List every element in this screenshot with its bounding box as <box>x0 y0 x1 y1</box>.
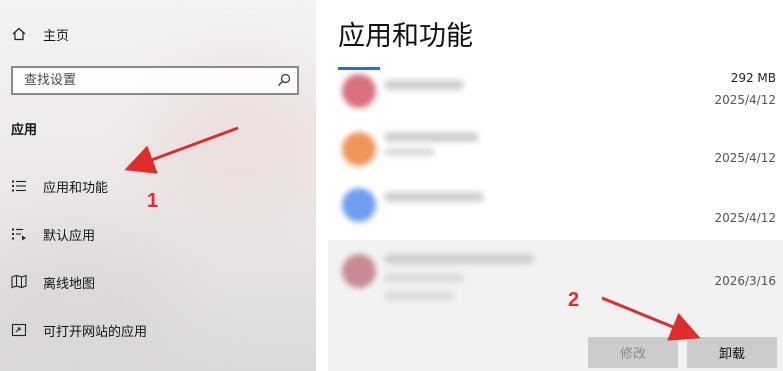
apps-for-websites-icon <box>11 322 27 338</box>
app-size: 292 MB <box>730 71 776 85</box>
app-version-blurred <box>384 292 454 300</box>
app-install-date: 2025/4/12 <box>714 93 776 107</box>
modify-button[interactable]: 修改 <box>588 337 678 368</box>
apps-features-icon <box>11 178 27 194</box>
app-install-date: 2025/4/12 <box>714 151 776 165</box>
home-icon <box>11 26 27 42</box>
search-icon[interactable] <box>277 73 291 87</box>
app-icon <box>342 254 376 288</box>
search-input[interactable] <box>13 68 263 93</box>
app-list-item[interactable]: 292 MB 2025/4/12 <box>328 62 783 120</box>
app-publisher-blurred <box>384 148 434 156</box>
settings-sidebar: 主页 应用 应用和功能 默认应用 <box>0 0 316 371</box>
nav-home-label: 主页 <box>43 28 70 44</box>
app-list-item[interactable]: 2025/4/12 <box>328 178 783 236</box>
default-apps-icon <box>11 226 27 242</box>
app-icon <box>342 74 376 108</box>
nav-home[interactable]: 主页 <box>0 14 316 54</box>
app-icon <box>342 132 376 166</box>
annotation-step-1: 1 <box>147 190 159 212</box>
search-settings-box[interactable] <box>11 66 299 95</box>
app-name-blurred <box>384 254 534 264</box>
sidebar-item-label: 默认应用 <box>43 228 96 244</box>
annotation-step-2: 2 <box>568 289 580 311</box>
page-title: 应用和功能 <box>338 21 473 52</box>
app-install-date: 2026/3/16 <box>714 274 776 288</box>
offline-maps-icon <box>11 274 27 290</box>
sidebar-item-default-apps[interactable]: 默认应用 <box>0 214 316 254</box>
sidebar-item-label: 可打开网站的应用 <box>43 324 148 340</box>
app-name-blurred <box>384 192 484 202</box>
sidebar-item-offline-maps[interactable]: 离线地图 <box>0 262 316 302</box>
app-name-blurred <box>384 80 464 90</box>
app-install-date: 2025/4/12 <box>714 211 776 225</box>
app-list-item[interactable]: 2025/4/12 <box>328 120 783 178</box>
sidebar-item-label: 应用和功能 <box>43 180 109 196</box>
sidebar-item-apps-for-websites[interactable]: 可打开网站的应用 <box>0 310 316 350</box>
sidebar-item-label: 离线地图 <box>43 276 96 292</box>
app-publisher-blurred <box>384 274 464 282</box>
app-icon <box>342 188 376 222</box>
app-name-blurred <box>384 132 479 142</box>
uninstall-button[interactable]: 卸载 <box>687 337 777 368</box>
section-heading: 应用 <box>11 123 38 138</box>
apps-features-page: 应用和功能 292 MB 2025/4/12 2025/4/12 2025/4/… <box>316 0 783 371</box>
